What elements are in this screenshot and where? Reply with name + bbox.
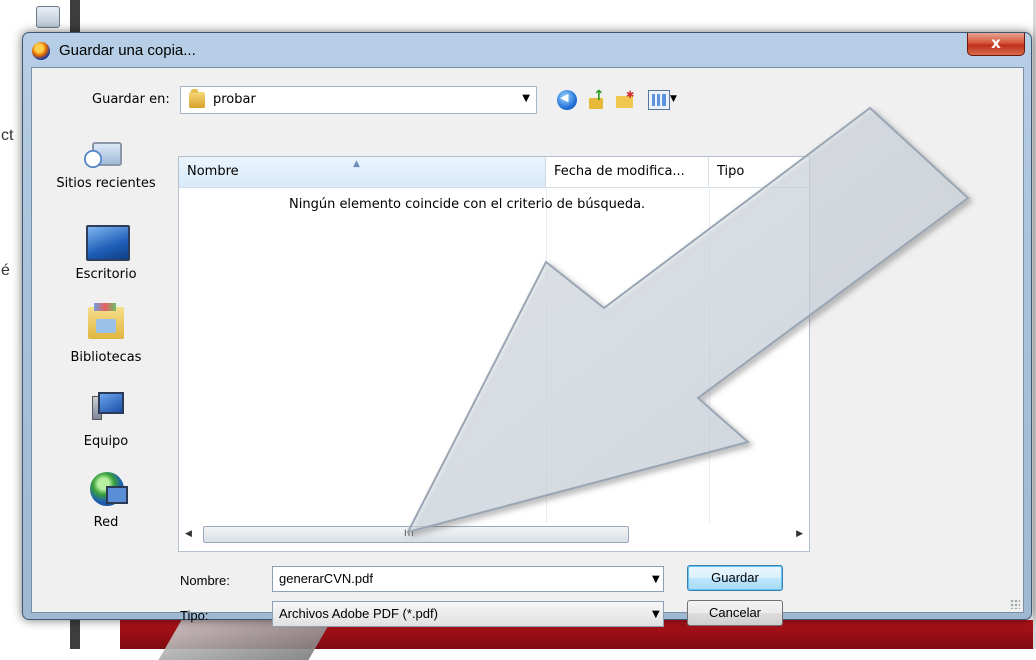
recent-places-icon (84, 138, 122, 172)
file-list-header: Nombre ▲ Fecha de modifica... Tipo (179, 157, 809, 188)
places-bar: Sitios recientes Escritorio Bibliotecas … (40, 120, 172, 560)
scroll-grip: III (404, 529, 415, 539)
back-icon[interactable] (557, 90, 577, 110)
cancel-button[interactable]: Cancelar (687, 600, 783, 626)
views-menu-icon[interactable] (648, 90, 670, 110)
place-label: Escritorio (75, 267, 137, 282)
chevron-down-icon[interactable]: ▼ (652, 574, 660, 585)
file-type-select[interactable]: Archivos Adobe PDF (*.pdf) (272, 601, 664, 627)
column-divider (709, 187, 710, 523)
column-header-name[interactable]: Nombre ▲ (179, 157, 546, 187)
empty-list-message: Ningún elemento coincide con el criterio… (289, 197, 646, 212)
scroll-left-icon[interactable]: ◀ (185, 529, 192, 539)
sort-ascending-icon: ▲ (353, 159, 360, 169)
close-button[interactable]: x (967, 33, 1025, 56)
column-header-label: Fecha de modifica... (554, 164, 685, 179)
title-bar[interactable]: Guardar una copia... x (23, 33, 1031, 67)
column-header-label: Nombre (187, 164, 239, 179)
background-text-fragment: é (1, 262, 10, 279)
file-name-input[interactable]: generarCVN.pdf (272, 566, 664, 592)
place-recent[interactable]: Sitios recientes (40, 138, 172, 218)
current-folder-name: probar (213, 92, 256, 107)
network-icon (90, 472, 128, 506)
dialog-title: Guardar una copia... (59, 42, 196, 59)
libraries-icon (88, 303, 124, 339)
column-header-label: Tipo (717, 164, 745, 179)
up-folder-icon[interactable]: ↑ (587, 88, 607, 110)
place-label: Sitios recientes (56, 176, 156, 191)
save-in-label: Guardar en: (92, 92, 170, 107)
place-libraries[interactable]: Bibliotecas (40, 303, 172, 385)
close-icon: x (991, 34, 1001, 52)
place-label: Bibliotecas (70, 350, 142, 365)
computer-icon (92, 392, 124, 420)
column-header-type[interactable]: Tipo (709, 157, 809, 187)
file-type-label: Tipo: (180, 608, 209, 623)
dialog-client-area: Guardar en: probar ▼ ↑ ✱ ▼ Sitios recien… (31, 67, 1024, 627)
file-name-label: Nombre: (180, 573, 230, 588)
save-button[interactable]: Guardar (687, 565, 783, 591)
place-label: Red (93, 515, 119, 530)
resize-grip[interactable] (1010, 599, 1020, 609)
place-desktop[interactable]: Escritorio (40, 225, 172, 305)
new-folder-icon[interactable]: ✱ (615, 90, 635, 110)
background-toolbar-icon (36, 6, 60, 28)
chevron-down-icon[interactable]: ▼ (670, 94, 677, 104)
chevron-down-icon[interactable]: ▼ (652, 609, 660, 620)
save-in-combobox[interactable]: probar ▼ (180, 86, 537, 114)
chevron-down-icon[interactable]: ▼ (522, 93, 530, 104)
column-header-date[interactable]: Fecha de modifica... (546, 157, 709, 187)
horizontal-scrollbar[interactable]: ◀ III ▶ (179, 523, 809, 551)
scroll-thumb[interactable]: III (203, 526, 629, 543)
desktop-icon (86, 225, 130, 261)
scroll-right-icon[interactable]: ▶ (796, 529, 803, 539)
folder-icon (189, 89, 205, 108)
background-text-fragment: ct (1, 127, 14, 144)
place-network[interactable]: Red (40, 470, 172, 550)
file-list[interactable]: Nombre ▲ Fecha de modifica... Tipo Ningú… (178, 156, 810, 552)
save-copy-dialog: Guardar una copia... x Guardar en: proba… (22, 32, 1032, 627)
firefox-icon (32, 42, 50, 60)
place-label: Equipo (83, 434, 129, 449)
place-computer[interactable]: Equipo (40, 390, 172, 470)
column-divider (546, 187, 547, 523)
